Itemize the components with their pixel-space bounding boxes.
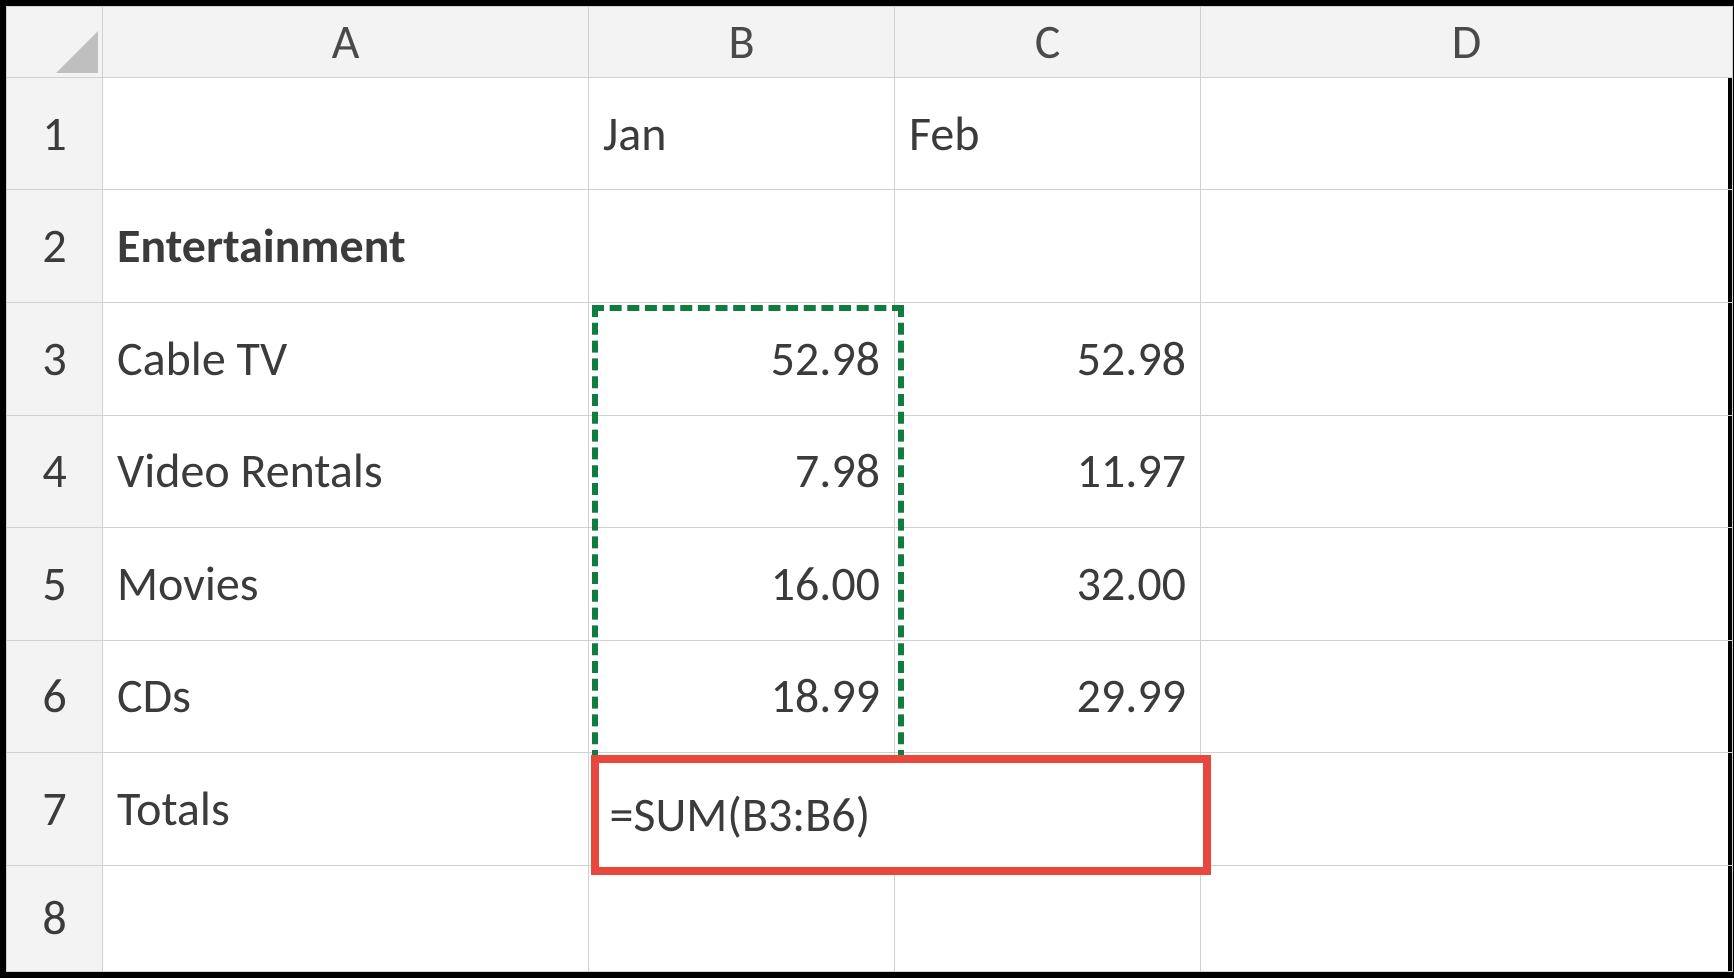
- cell-D1[interactable]: [1201, 77, 1733, 190]
- row-header-8[interactable]: 8: [7, 865, 103, 971]
- cell-B6[interactable]: 18.99: [589, 640, 895, 753]
- cell-A3[interactable]: Cable TV: [103, 302, 589, 415]
- column-header-B[interactable]: B: [589, 7, 895, 78]
- row-2: 2 Entertainment: [7, 190, 1733, 303]
- cell-A2[interactable]: Entertainment: [103, 190, 589, 303]
- cell-B8[interactable]: [589, 865, 895, 971]
- cell-C2[interactable]: [895, 190, 1201, 303]
- row-6: 6 CDs 18.99 29.99: [7, 640, 1733, 753]
- row-header-6[interactable]: 6: [7, 640, 103, 753]
- cell-A7[interactable]: Totals: [103, 753, 589, 866]
- cell-B1[interactable]: Jan: [589, 77, 895, 190]
- cell-C5[interactable]: 32.00: [895, 528, 1201, 641]
- row-3: 3 Cable TV 52.98 52.98: [7, 302, 1733, 415]
- row-header-2[interactable]: 2: [7, 190, 103, 303]
- column-header-row: A B C D: [7, 7, 1733, 78]
- formula-cell-display[interactable]: =SUM(B3:B6): [596, 760, 1206, 871]
- row-8: 8: [7, 865, 1733, 971]
- row-header-1[interactable]: 1: [7, 77, 103, 190]
- cell-C6[interactable]: 29.99: [895, 640, 1201, 753]
- cell-A5[interactable]: Movies: [103, 528, 589, 641]
- row-4: 4 Video Rentals 7.98 11.97: [7, 415, 1733, 528]
- row-5: 5 Movies 16.00 32.00: [7, 528, 1733, 641]
- cell-D2[interactable]: [1201, 190, 1733, 303]
- cell-D3[interactable]: [1201, 302, 1733, 415]
- select-all-triangle-icon: [56, 31, 98, 73]
- row-header-7[interactable]: 7: [7, 753, 103, 866]
- cell-B4[interactable]: 7.98: [589, 415, 895, 528]
- cell-C8[interactable]: [895, 865, 1201, 971]
- row-1: 1 Jan Feb: [7, 77, 1733, 190]
- cell-C3[interactable]: 52.98: [895, 302, 1201, 415]
- row-header-5[interactable]: 5: [7, 528, 103, 641]
- select-all-corner[interactable]: [7, 7, 103, 78]
- cell-A4[interactable]: Video Rentals: [103, 415, 589, 528]
- column-header-C[interactable]: C: [895, 7, 1201, 78]
- cell-C1[interactable]: Feb: [895, 77, 1201, 190]
- cell-B3[interactable]: 52.98: [589, 302, 895, 415]
- spreadsheet-view: A B C D 1 Jan Feb 2 Entertainment 3 Cabl…: [0, 0, 1734, 978]
- cell-D4[interactable]: [1201, 415, 1733, 528]
- row-header-4[interactable]: 4: [7, 415, 103, 528]
- cell-B5[interactable]: 16.00: [589, 528, 895, 641]
- column-header-A[interactable]: A: [103, 7, 589, 78]
- cell-D8[interactable]: [1201, 865, 1733, 971]
- cell-A8[interactable]: [103, 865, 589, 971]
- cell-C4[interactable]: 11.97: [895, 415, 1201, 528]
- cell-A6[interactable]: CDs: [103, 640, 589, 753]
- cell-D6[interactable]: [1201, 640, 1733, 753]
- cell-D5[interactable]: [1201, 528, 1733, 641]
- cell-A1[interactable]: [103, 77, 589, 190]
- cell-D7[interactable]: [1201, 753, 1733, 866]
- cell-B2[interactable]: [589, 190, 895, 303]
- row-header-3[interactable]: 3: [7, 302, 103, 415]
- column-header-D[interactable]: D: [1201, 7, 1733, 78]
